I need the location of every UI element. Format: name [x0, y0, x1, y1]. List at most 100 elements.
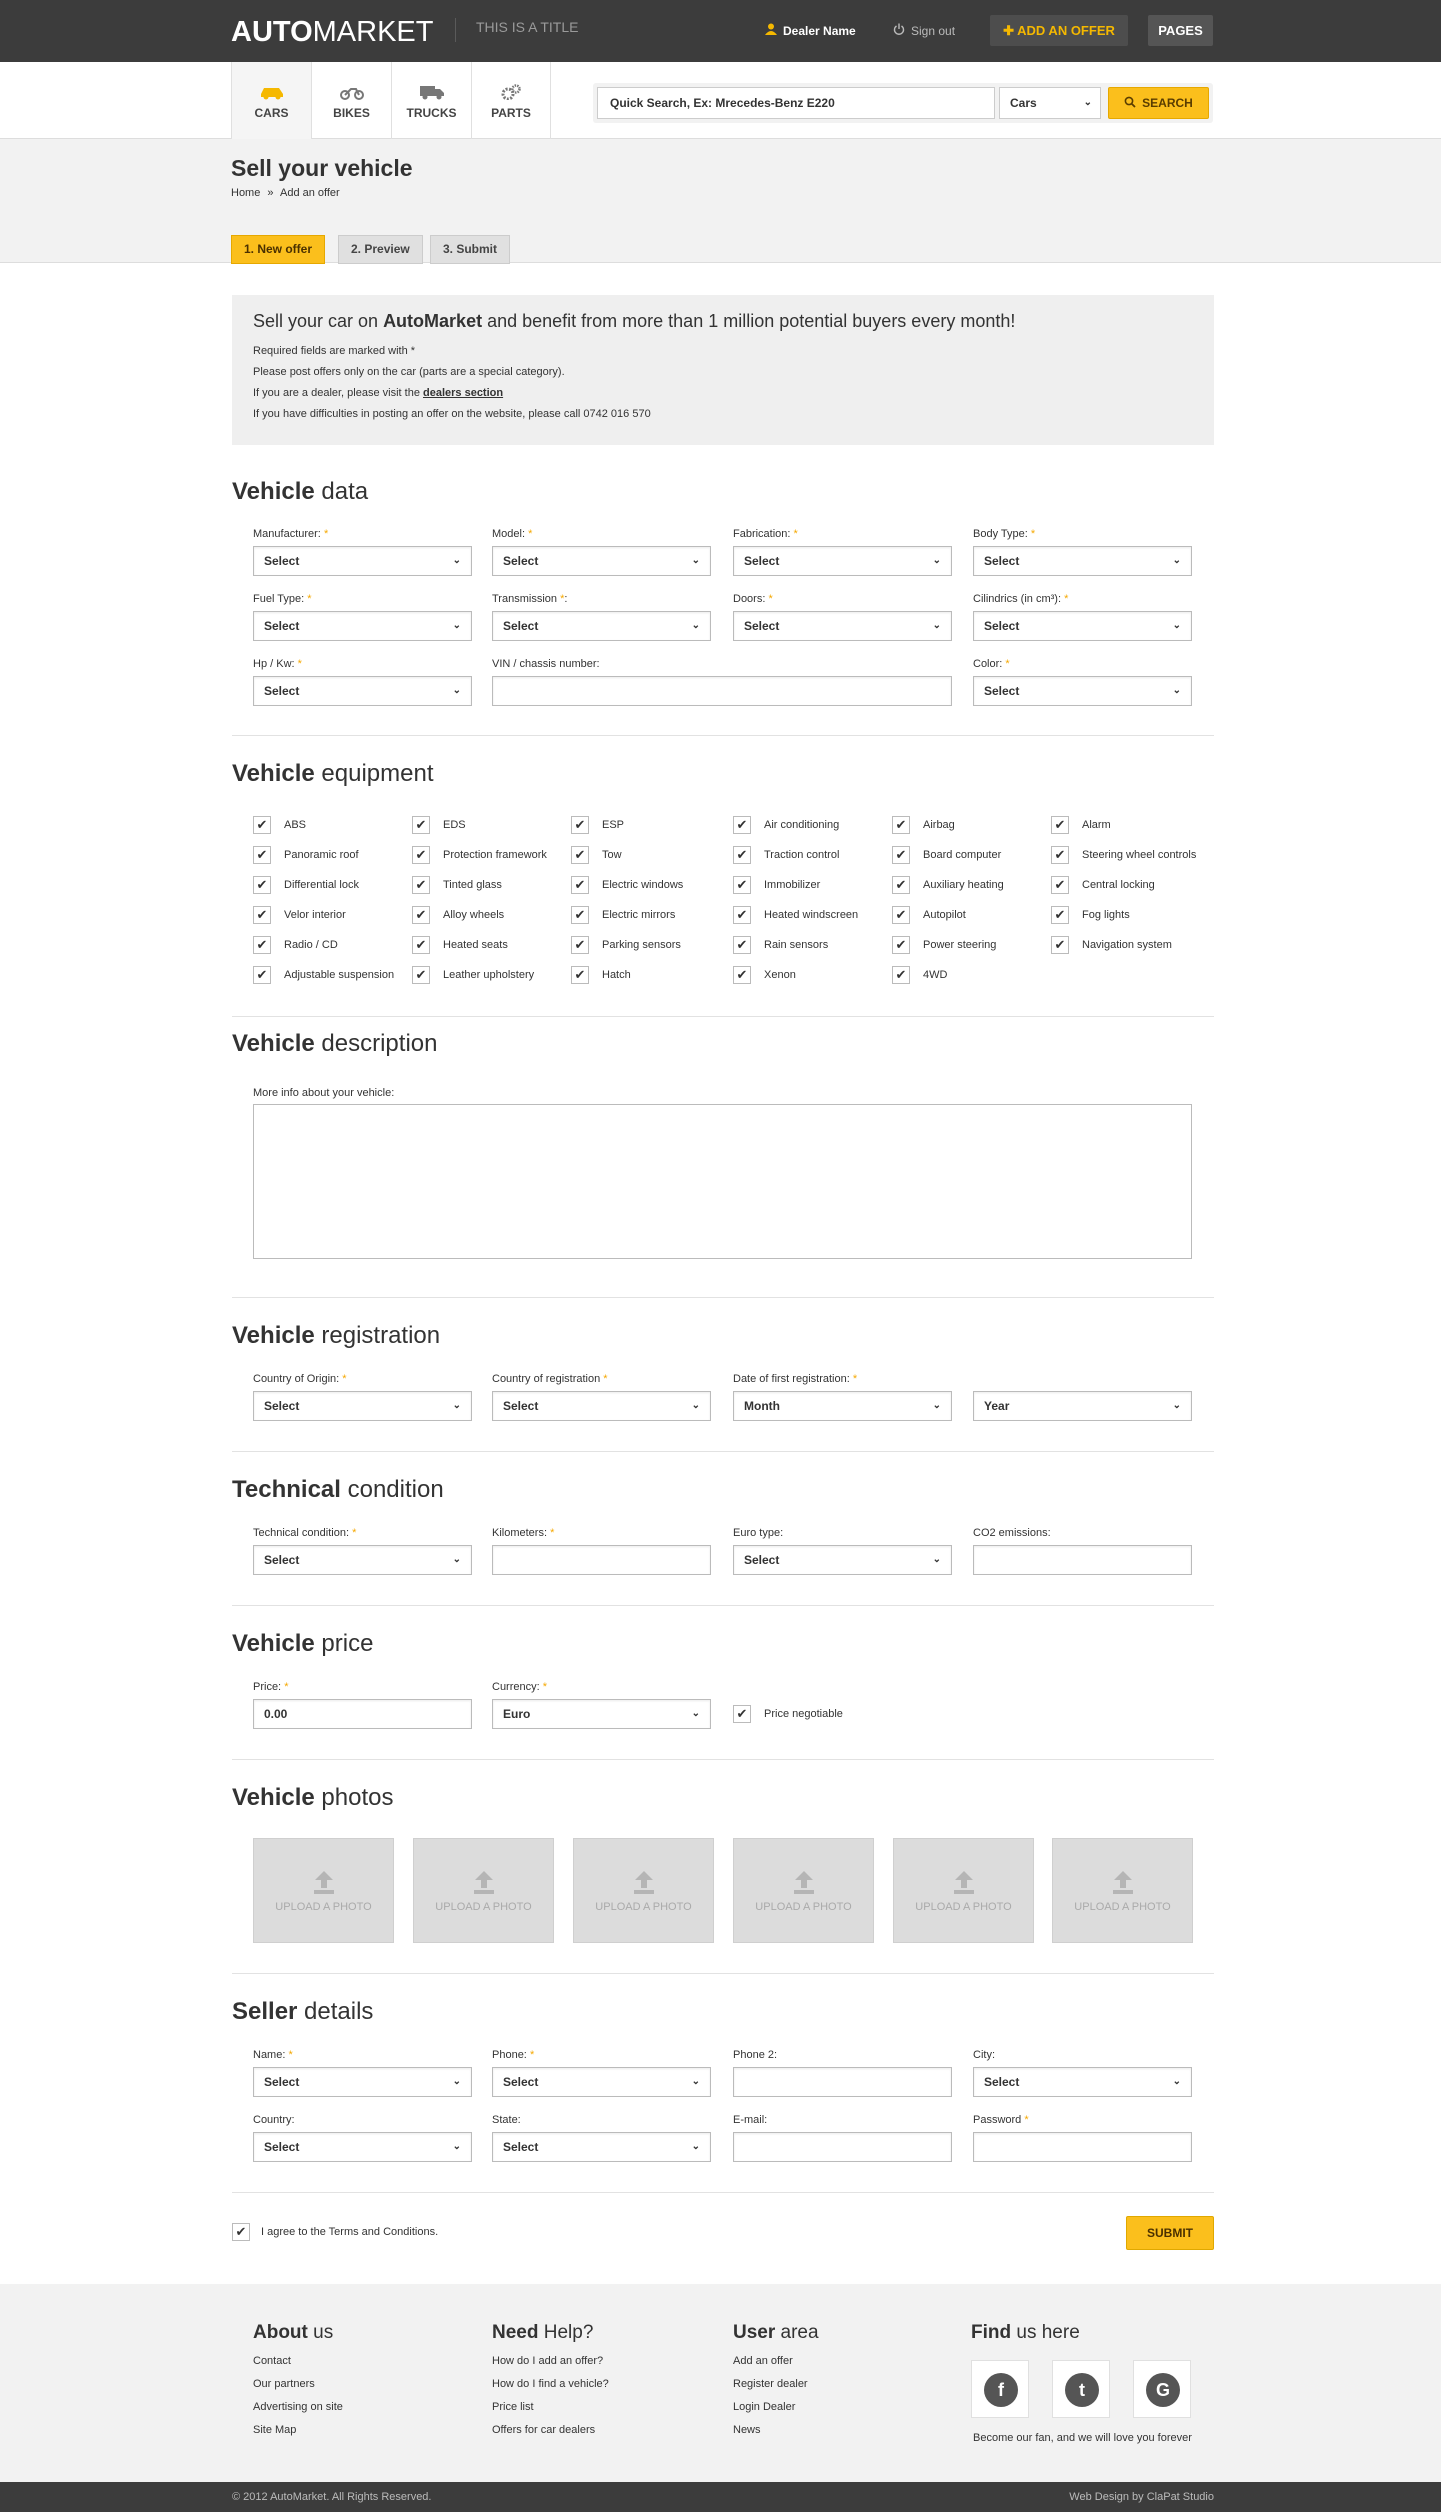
checkmark-icon: ✔: [232, 2223, 250, 2241]
description-textarea[interactable]: [253, 1104, 1192, 1259]
seller-password-input[interactable]: [973, 2132, 1192, 2162]
gears-icon: [501, 84, 521, 100]
model-select[interactable]: Select ⌄: [492, 546, 711, 576]
fabrication-select[interactable]: Select ⌄: [733, 546, 952, 576]
hp-kw-select[interactable]: Select ⌄: [253, 676, 472, 706]
footer-link-login-dealer[interactable]: Login Dealer: [733, 2401, 819, 2413]
seller-country-select[interactable]: Select ⌄: [253, 2132, 472, 2162]
checkmark-icon: ✔: [1051, 936, 1069, 954]
seller-phone-select[interactable]: Select ⌄: [492, 2067, 711, 2097]
step-preview[interactable]: 2. Preview: [338, 235, 423, 264]
checkmark-icon: ✔: [571, 876, 589, 894]
equipment-label: Tinted glass: [443, 879, 502, 891]
google-plus-button[interactable]: G: [1133, 2360, 1191, 2418]
upload-photo-button[interactable]: UPLOAD A PHOTO: [413, 1838, 554, 1943]
breadcrumb-home[interactable]: Home: [231, 187, 260, 199]
body-type-select[interactable]: Select ⌄: [973, 546, 1192, 576]
footer-link-add-offer[interactable]: Add an offer: [733, 2355, 819, 2367]
section-title-photos: Vehicle photos: [232, 1784, 394, 1811]
upload-icon: [473, 1871, 494, 1894]
search-input[interactable]: Quick Search, Ex: Mrecedes-Benz E220: [597, 87, 995, 119]
checkmark-icon: ✔: [733, 816, 751, 834]
upload-photo-button[interactable]: UPLOAD A PHOTO: [253, 1838, 394, 1943]
tab-bikes[interactable]: BIKES: [311, 62, 391, 139]
upload-photo-button[interactable]: UPLOAD A PHOTO: [573, 1838, 714, 1943]
doors-select[interactable]: Select ⌄: [733, 611, 952, 641]
section-title-technical: Technical condition: [232, 1476, 444, 1503]
seller-city-label: City:: [973, 2049, 995, 2061]
search-button[interactable]: SEARCH: [1108, 87, 1209, 119]
tab-cars[interactable]: CARS: [231, 62, 311, 139]
checkmark-icon: ✔: [412, 906, 430, 924]
registration-year-select[interactable]: Year ⌄: [973, 1391, 1192, 1421]
currency-select[interactable]: Euro ⌄: [492, 1699, 711, 1729]
hp-kw-label: Hp / Kw: *: [253, 658, 302, 670]
bike-icon: [339, 88, 364, 100]
registration-month-select[interactable]: Month ⌄: [733, 1391, 952, 1421]
co2-input[interactable]: [973, 1545, 1192, 1575]
footer-link-advertising[interactable]: Advertising on site: [253, 2401, 343, 2413]
logo[interactable]: AUTOMARKET: [231, 16, 433, 49]
footer-link-news[interactable]: News: [733, 2424, 819, 2436]
seller-email-input[interactable]: [733, 2132, 952, 2162]
cilindrics-select[interactable]: Select ⌄: [973, 611, 1192, 641]
footer-link-sitemap[interactable]: Site Map: [253, 2424, 343, 2436]
twitter-button[interactable]: t: [1052, 2360, 1110, 2418]
design-credit[interactable]: Web Design by ClaPat Studio: [1069, 2491, 1214, 2503]
upload-icon: [633, 1871, 654, 1894]
footer-link-add-offer-help[interactable]: How do I add an offer?: [492, 2355, 609, 2367]
footer-link-price-list[interactable]: Price list: [492, 2401, 609, 2413]
upload-photo-button[interactable]: UPLOAD A PHOTO: [893, 1838, 1034, 1943]
footer-link-find-vehicle[interactable]: How do I find a vehicle?: [492, 2378, 609, 2390]
vin-input[interactable]: [492, 676, 952, 706]
upload-icon: [793, 1871, 814, 1894]
upload-icon: [313, 1871, 334, 1894]
country-registration-select[interactable]: Select ⌄: [492, 1391, 711, 1421]
technical-condition-select[interactable]: Select ⌄: [253, 1545, 472, 1575]
color-select[interactable]: Select ⌄: [973, 676, 1192, 706]
seller-city-select[interactable]: Select ⌄: [973, 2067, 1192, 2097]
seller-phone2-input[interactable]: [733, 2067, 952, 2097]
intro-headline: Sell your car on AutoMarket and benefit …: [253, 311, 1016, 331]
step-new-offer[interactable]: 1. New offer: [231, 235, 326, 264]
euro-type-select[interactable]: Select ⌄: [733, 1545, 952, 1575]
facebook-button[interactable]: f: [971, 2360, 1029, 2418]
upload-label: UPLOAD A PHOTO: [915, 1901, 1012, 1913]
equipment-label: Radio / CD: [284, 939, 338, 951]
chevron-down-icon: ⌄: [1172, 2076, 1181, 2087]
seller-state-label: State:: [492, 2114, 521, 2126]
kilometers-input[interactable]: [492, 1545, 711, 1575]
submit-button[interactable]: SUBMIT: [1126, 2216, 1214, 2250]
footer-link-contact[interactable]: Contact: [253, 2355, 343, 2367]
upload-photo-button[interactable]: UPLOAD A PHOTO: [1052, 1838, 1193, 1943]
transmission-select[interactable]: Select ⌄: [492, 611, 711, 641]
search-category-select[interactable]: Cars ⌄: [999, 87, 1101, 119]
equipment-label: Differential lock: [284, 879, 359, 891]
tab-trucks[interactable]: TRUCKS: [391, 62, 471, 139]
breadcrumb-current: Add an offer: [279, 187, 340, 199]
footer-link-dealer-offers[interactable]: Offers for car dealers: [492, 2424, 609, 2436]
equipment-label: Alarm: [1082, 819, 1111, 831]
footer-link-partners[interactable]: Our partners: [253, 2378, 343, 2390]
price-input[interactable]: 0.00: [253, 1699, 472, 1729]
seller-name-select[interactable]: Select ⌄: [253, 2067, 472, 2097]
footer-link-register-dealer[interactable]: Register dealer: [733, 2378, 819, 2390]
add-offer-button[interactable]: ✚ ADD AN OFFER: [990, 15, 1128, 46]
equipment-label: EDS: [443, 819, 466, 831]
pages-menu-button[interactable]: PAGES: [1148, 15, 1213, 46]
section-title-price: Vehicle price: [232, 1630, 374, 1657]
checkmark-icon: ✔: [571, 966, 589, 984]
dealers-section-link[interactable]: dealers section: [423, 387, 503, 399]
country-origin-select[interactable]: Select ⌄: [253, 1391, 472, 1421]
manufacturer-select[interactable]: Select ⌄: [253, 546, 472, 576]
tab-parts[interactable]: PARTS: [471, 62, 551, 139]
equipment-label: Alloy wheels: [443, 909, 505, 921]
seller-state-select[interactable]: Select ⌄: [492, 2132, 711, 2162]
step-submit[interactable]: 3. Submit: [430, 235, 511, 264]
fuel-type-select[interactable]: Select ⌄: [253, 611, 472, 641]
checkmark-icon: ✔: [1051, 816, 1069, 834]
upload-photo-button[interactable]: UPLOAD A PHOTO: [733, 1838, 874, 1943]
sign-out-link[interactable]: Sign out: [893, 23, 955, 38]
dealer-account-link[interactable]: Dealer Name: [765, 23, 856, 38]
footer-user-area: User area Add an offer Register dealer L…: [733, 2322, 819, 2436]
